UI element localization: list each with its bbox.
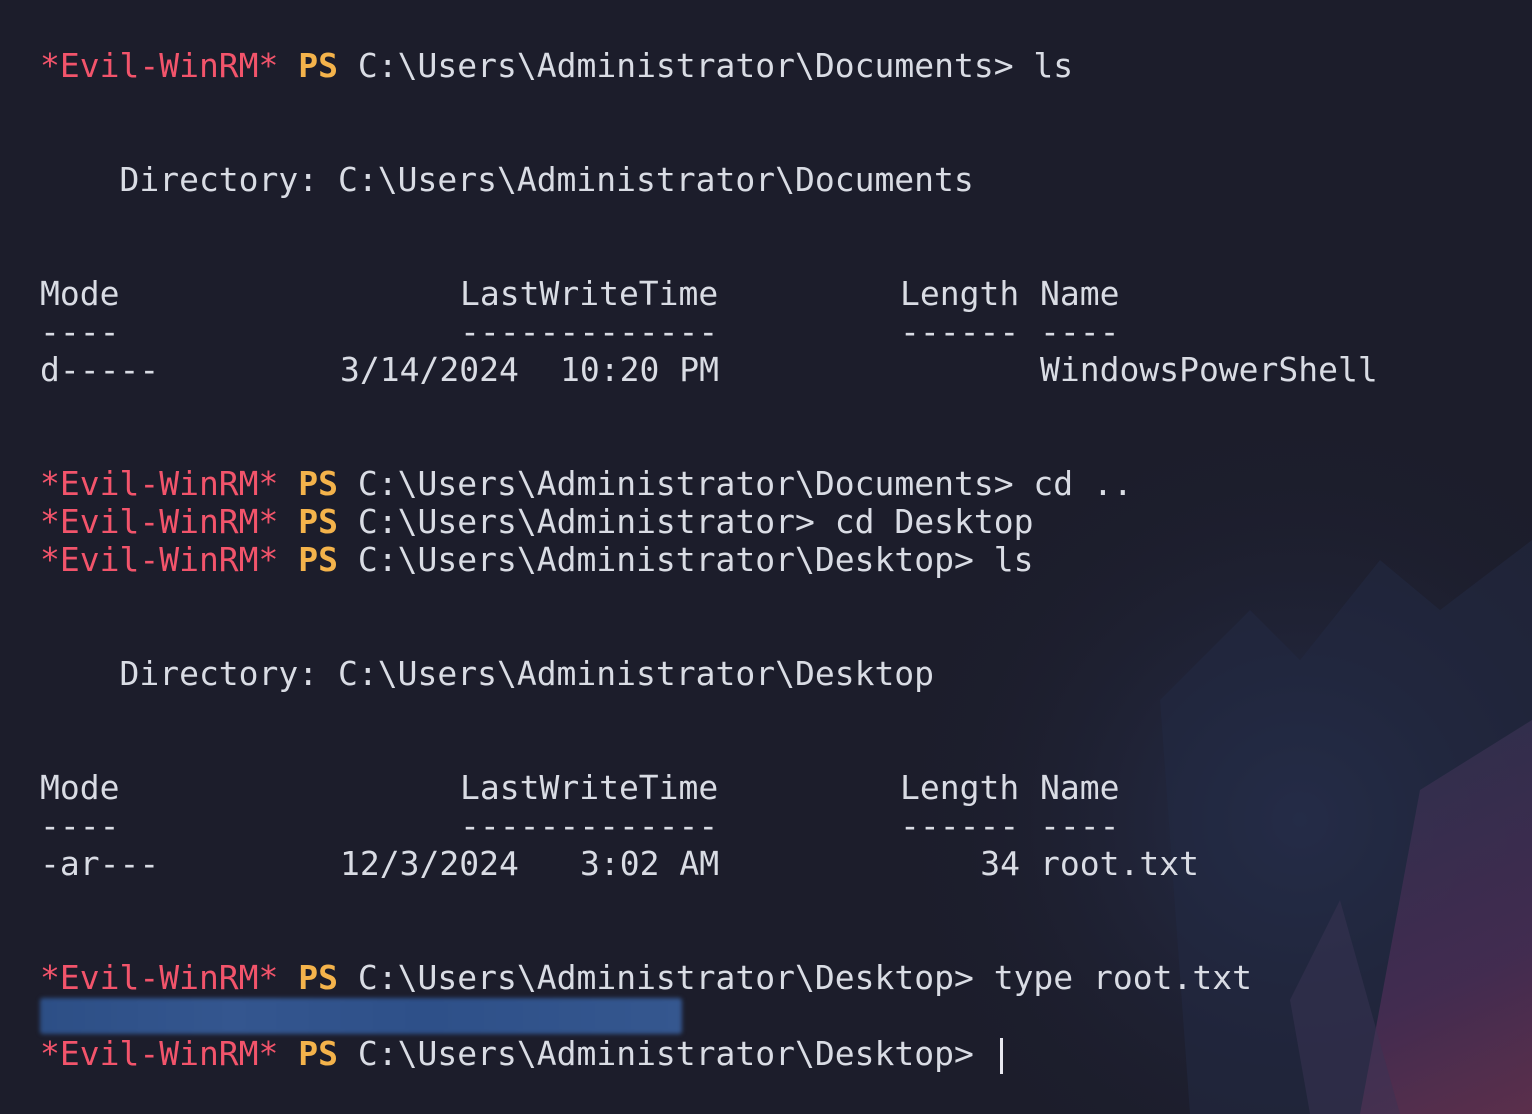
prompt-ps: PS bbox=[298, 958, 339, 997]
dash-length: ------ bbox=[900, 806, 1020, 845]
prompt-ps: PS bbox=[298, 464, 339, 503]
prompt-line: *Evil-WinRM* PS C:\Users\Administrator\D… bbox=[40, 465, 1133, 503]
header-lastwritetime: LastWriteTime bbox=[460, 274, 719, 313]
prompt-line: *Evil-WinRM* PS C:\Users\Administrator\D… bbox=[40, 541, 1033, 579]
dash-mode: ---- bbox=[40, 806, 120, 845]
command-text: ls bbox=[973, 540, 1034, 579]
row-name: WindowsPowerShell bbox=[1040, 350, 1378, 389]
prompt-ps: PS bbox=[298, 502, 339, 541]
row-length: 34 bbox=[980, 844, 1020, 883]
dash-lastwritetime: ------------- bbox=[460, 312, 719, 351]
prompt-evil: *Evil-WinRM* bbox=[40, 958, 279, 997]
row-mode: d----- bbox=[40, 350, 160, 389]
terminal-window[interactable]: *Evil-WinRM* PS C:\Users\Administrator\D… bbox=[0, 0, 1532, 1114]
prompt-line: *Evil-WinRM* PS C:\Users\Administrator\D… bbox=[40, 959, 1252, 997]
header-mode: Mode bbox=[40, 274, 120, 313]
directory-label: Directory: C:\Users\Administrator\Deskto… bbox=[40, 654, 935, 693]
prompt-evil: *Evil-WinRM* bbox=[40, 540, 279, 579]
command-text: ls bbox=[1013, 46, 1074, 85]
dash-name: ---- bbox=[1040, 806, 1120, 845]
header-name: Name bbox=[1040, 768, 1120, 807]
prompt-line: *Evil-WinRM* PS C:\Users\Administrator\D… bbox=[40, 47, 1073, 85]
text-cursor bbox=[1000, 1038, 1003, 1074]
prompt-line: *Evil-WinRM* PS C:\Users\Administrator> … bbox=[40, 503, 1033, 541]
row-mode: -ar--- bbox=[40, 844, 160, 883]
prompt-evil: *Evil-WinRM* bbox=[40, 46, 279, 85]
prompt-ps: PS bbox=[298, 1034, 339, 1073]
row-name: root.txt bbox=[1040, 844, 1199, 883]
row-time: 3:02 AM bbox=[580, 844, 720, 883]
command-text bbox=[974, 1034, 994, 1073]
dash-name: ---- bbox=[1040, 312, 1120, 351]
prompt-path: C:\Users\Administrator\Desktop> bbox=[357, 540, 974, 579]
command-text: type root.txt bbox=[973, 958, 1252, 997]
row-date: 3/14/2024 bbox=[340, 350, 519, 389]
prompt-path: C:\Users\Administrator\Desktop> bbox=[357, 1034, 974, 1073]
prompt-path: C:\Users\Administrator\Documents> bbox=[357, 464, 1014, 503]
prompt-path: C:\Users\Administrator\Desktop> bbox=[357, 958, 974, 997]
header-length: Length bbox=[900, 274, 1020, 313]
current-prompt-line[interactable]: *Evil-WinRM* PS C:\Users\Administrator\D… bbox=[40, 1035, 994, 1073]
dash-mode: ---- bbox=[40, 312, 120, 351]
prompt-ps: PS bbox=[298, 46, 339, 85]
dash-length: ------ bbox=[900, 312, 1020, 351]
command-text: cd Desktop bbox=[814, 502, 1034, 541]
header-mode: Mode bbox=[40, 768, 120, 807]
prompt-evil: *Evil-WinRM* bbox=[40, 502, 279, 541]
row-length bbox=[900, 351, 1020, 389]
prompt-path: C:\Users\Administrator> bbox=[357, 502, 815, 541]
header-name: Name bbox=[1040, 274, 1120, 313]
row-time: 10:20 PM bbox=[560, 350, 719, 389]
command-text: cd .. bbox=[1013, 464, 1133, 503]
prompt-ps: PS bbox=[298, 540, 339, 579]
header-lastwritetime: LastWriteTime bbox=[460, 768, 719, 807]
dash-lastwritetime: ------------- bbox=[460, 806, 719, 845]
prompt-evil: *Evil-WinRM* bbox=[40, 464, 279, 503]
directory-label: Directory: C:\Users\Administrator\Docume… bbox=[40, 160, 974, 199]
redacted-flag-output bbox=[40, 998, 682, 1034]
row-date: 12/3/2024 bbox=[340, 844, 519, 883]
prompt-evil: *Evil-WinRM* bbox=[40, 1034, 279, 1073]
header-length: Length bbox=[900, 768, 1020, 807]
prompt-path: C:\Users\Administrator\Documents> bbox=[357, 46, 1014, 85]
